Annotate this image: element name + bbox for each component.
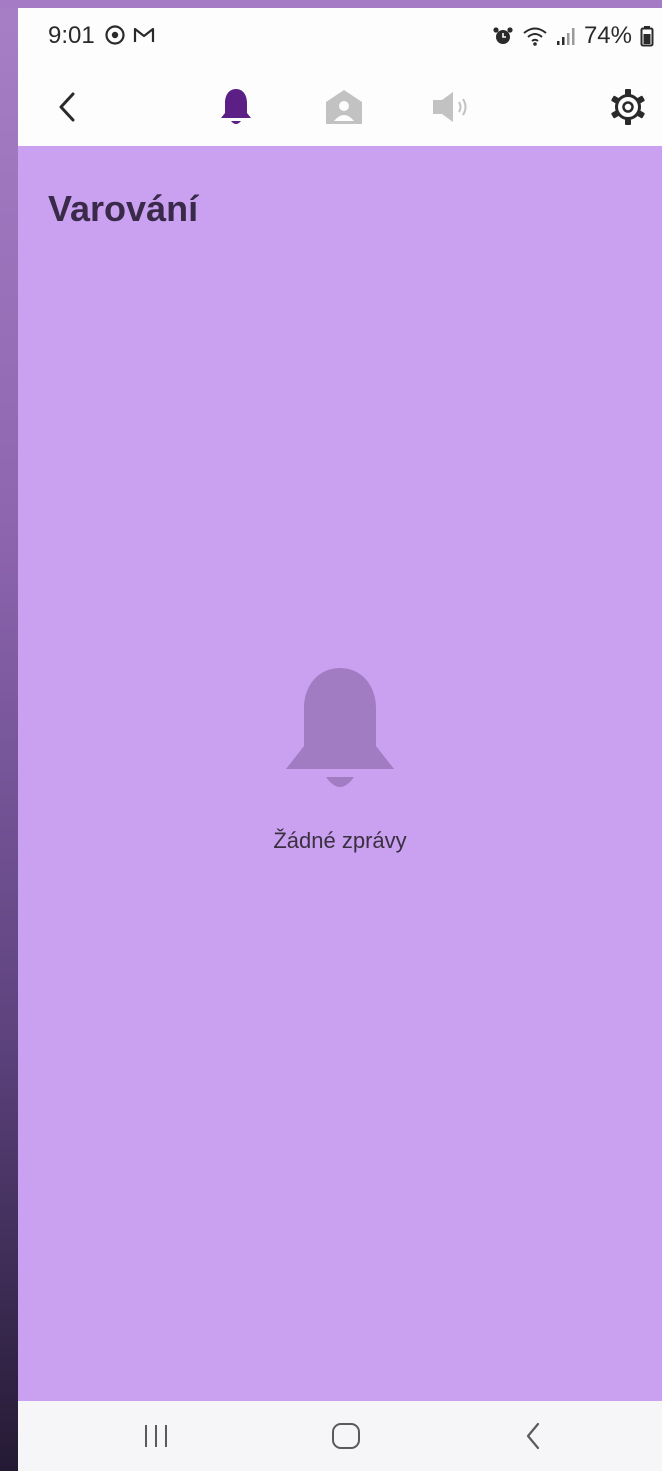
empty-state-text: Žádné zprávy — [273, 828, 407, 853]
back-icon — [59, 92, 75, 122]
tab-sound[interactable] — [424, 79, 480, 135]
status-bar: 9:01 74% — [18, 8, 662, 68]
status-right: 74% — [492, 22, 654, 50]
toolbar — [18, 68, 662, 147]
home-button[interactable] — [316, 1416, 376, 1456]
home-icon — [332, 1423, 360, 1449]
alarm-icon — [493, 27, 513, 44]
status-time: 9:01 — [48, 22, 95, 49]
phone-screen: 9:01 74% Varování Žádné zprávy — [18, 8, 662, 1471]
page-title: Varování — [48, 188, 199, 229]
back-nav-icon — [526, 1422, 540, 1450]
sync-icon — [105, 25, 125, 45]
gmail-icon — [133, 27, 155, 42]
recent-apps-icon — [145, 1425, 167, 1447]
empty-state: Žádné zprávy — [18, 666, 662, 854]
system-back-button[interactable] — [504, 1416, 564, 1456]
settings-icon — [611, 89, 645, 125]
signal-icon — [556, 28, 575, 45]
wifi-icon — [523, 27, 547, 46]
top-strip — [0, 0, 662, 8]
bell-icon — [221, 89, 251, 124]
back-button[interactable] — [40, 79, 96, 135]
tab-alerts[interactable] — [208, 79, 264, 135]
speaker-icon — [433, 92, 467, 122]
contact-icon — [326, 90, 362, 124]
battery-icon — [640, 26, 654, 47]
settings-button[interactable] — [600, 79, 656, 135]
battery-percent: 74% — [583, 22, 632, 49]
system-nav-bar — [18, 1401, 662, 1471]
empty-bell-icon — [286, 668, 394, 787]
status-app-icons — [104, 24, 156, 46]
recent-apps-button[interactable] — [126, 1416, 186, 1456]
tab-contacts[interactable] — [316, 79, 372, 135]
alerts-content: Varování Žádné zprávy — [18, 146, 662, 1401]
